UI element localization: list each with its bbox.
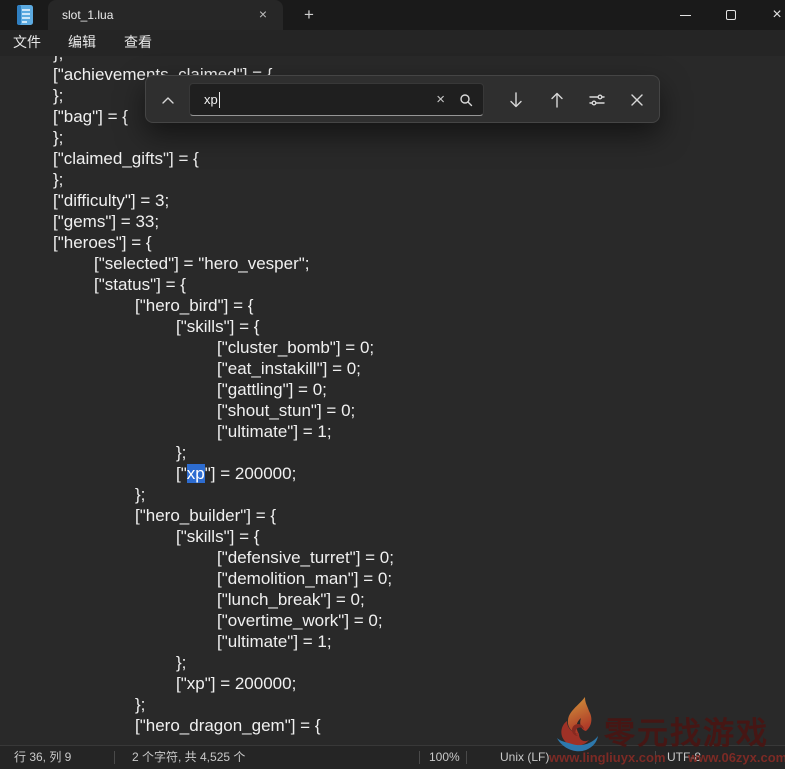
find-bar: xp ×	[145, 75, 660, 123]
code-line: };	[12, 484, 785, 505]
code-line: ["hero_builder"] = {	[12, 505, 785, 526]
close-find-bar-button[interactable]	[621, 84, 653, 116]
code-line: ["overtime_work"] = 0;	[12, 610, 785, 631]
close-window-button[interactable]: ×	[754, 0, 785, 30]
code-line: ["gems"] = 33;	[12, 211, 785, 232]
find-previous-button[interactable]	[541, 84, 573, 116]
tab-slot-1-lua[interactable]: slot_1.lua ×	[48, 0, 283, 30]
line-ending-format: Unix (LF)	[500, 746, 549, 769]
menu-edit[interactable]: 编辑	[63, 30, 101, 56]
sliders-icon	[589, 93, 605, 107]
menu-bar: 文件 编辑 查看	[0, 30, 785, 56]
code-line: };	[12, 694, 785, 715]
zoom-level: 100%	[429, 746, 460, 769]
code-line: ["xp"] = 200000;	[12, 463, 785, 484]
code-line: };	[12, 442, 785, 463]
code-line: };	[12, 56, 785, 64]
clear-search-icon[interactable]: ×	[436, 92, 445, 107]
cursor-position: 行 36, 列 9	[14, 746, 71, 769]
close-icon	[631, 94, 643, 106]
code-line: ["xp"] = 200000;	[12, 673, 785, 694]
close-icon: ×	[772, 7, 781, 23]
find-query-text: xp	[204, 92, 218, 107]
maximize-icon	[726, 10, 736, 20]
find-next-button[interactable]	[500, 84, 532, 116]
status-divider	[655, 751, 656, 764]
code-line: ["lunch_break"] = 0;	[12, 589, 785, 610]
arrow-down-icon	[509, 92, 523, 108]
code-line: };	[12, 169, 785, 190]
code-line: ["ultimate"] = 1;	[12, 631, 785, 652]
minimize-icon	[680, 15, 691, 16]
menu-view[interactable]: 查看	[119, 30, 157, 56]
code-line: ["ultimate"] = 1;	[12, 421, 785, 442]
code-line: ["gattling"] = 0;	[12, 379, 785, 400]
search-options-button[interactable]	[581, 84, 613, 116]
code-line: ["eat_instakill"] = 0;	[12, 358, 785, 379]
expand-replace-button[interactable]	[152, 84, 184, 116]
text-cursor	[219, 92, 220, 108]
code-line: };	[12, 652, 785, 673]
new-tab-button[interactable]: +	[297, 4, 321, 26]
code-line: ["heroes"] = {	[12, 232, 785, 253]
tab-close-icon[interactable]: ×	[253, 5, 273, 25]
notepad-app-icon	[14, 4, 35, 26]
search-icon[interactable]	[459, 93, 473, 107]
code-line: ["defensive_turret"] = 0;	[12, 547, 785, 568]
tab-title: slot_1.lua	[62, 8, 113, 22]
code-line: ["cluster_bomb"] = 0;	[12, 337, 785, 358]
encoding: UTF-8	[667, 746, 701, 769]
code-line: ["hero_bird"] = {	[12, 295, 785, 316]
code-line: ["shout_stun"] = 0;	[12, 400, 785, 421]
status-bar: 行 36, 列 9 2 个字符, 共 4,525 个 100% Unix (LF…	[0, 745, 785, 769]
code-line: ["skills"] = {	[12, 316, 785, 337]
code-line: ["hero_dragon_gem"] = {	[12, 715, 785, 736]
code-line: ["demolition_man"] = 0;	[12, 568, 785, 589]
maximize-button[interactable]	[708, 0, 754, 30]
minimize-button[interactable]	[662, 0, 708, 30]
code-line: };	[12, 127, 785, 148]
code-lines: }; ["achievements_claimed"] = { }; ["bag…	[0, 56, 785, 736]
code-line: ["claimed_gifts"] = {	[12, 148, 785, 169]
find-input[interactable]: xp ×	[189, 83, 484, 116]
menu-file[interactable]: 文件	[8, 30, 46, 56]
title-bar: slot_1.lua × + ×	[0, 0, 785, 30]
search-match-highlight: xp	[187, 464, 205, 483]
status-divider	[114, 751, 115, 764]
code-line: ["selected"] = "hero_vesper";	[12, 253, 785, 274]
chevron-up-icon	[162, 97, 174, 104]
code-line: ["skills"] = {	[12, 526, 785, 547]
text-editor-area[interactable]: }; ["achievements_claimed"] = { }; ["bag…	[0, 56, 785, 745]
status-divider	[466, 751, 467, 764]
code-line: ["status"] = {	[12, 274, 785, 295]
arrow-up-icon	[550, 92, 564, 108]
status-divider	[419, 751, 420, 764]
character-count: 2 个字符, 共 4,525 个	[132, 746, 245, 769]
code-line: ["difficulty"] = 3;	[12, 190, 785, 211]
